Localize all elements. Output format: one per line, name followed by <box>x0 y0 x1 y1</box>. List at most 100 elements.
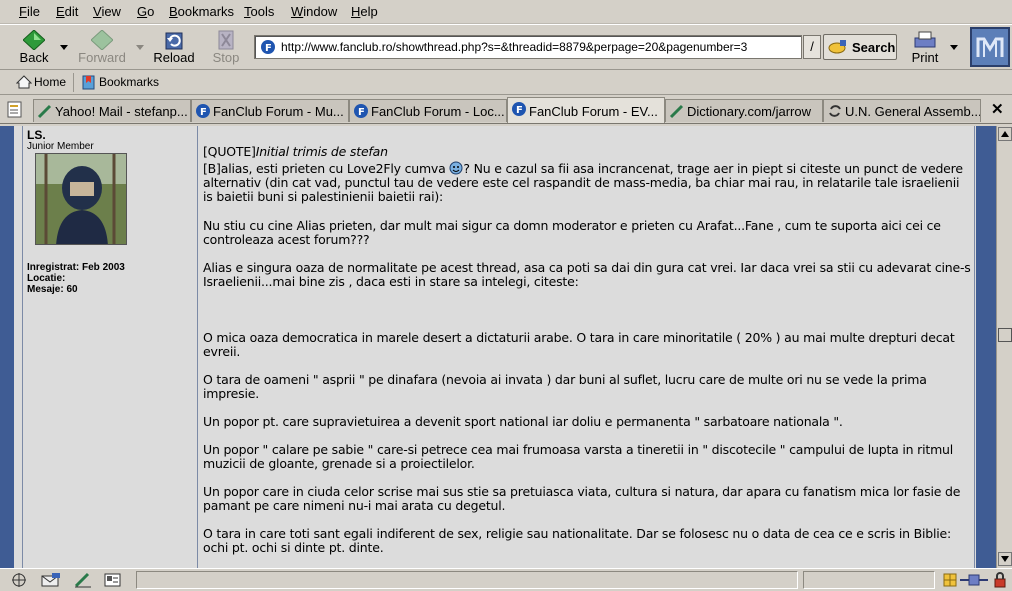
smiley-icon <box>449 161 463 175</box>
fanclub-icon: F <box>353 103 369 122</box>
tab-bar: Yahoo! Mail - stefanp... F FanClub Forum… <box>0 96 1012 124</box>
scroll-up-button[interactable] <box>998 127 1012 141</box>
post-paragraph: Nu stiu cu cine Alias prieten, dar mult … <box>203 218 941 247</box>
mail-icon[interactable] <box>40 572 62 591</box>
navigator-icon[interactable] <box>10 572 28 591</box>
stop-button[interactable]: Stop <box>208 28 244 66</box>
navigation-toolbar: Back Forward Reload Stop F http://www.fa… <box>0 24 1012 70</box>
post-paragraph: O tara in care toti sant egali indiferen… <box>203 526 952 555</box>
post-body: [QUOTE]Initial trimis de stefan [B]alias… <box>199 126 975 568</box>
url-text[interactable]: http://www.fanclub.ro/showthread.php?s=&… <box>281 40 747 54</box>
stop-label: Stop <box>212 50 240 65</box>
vertical-scrollbar[interactable] <box>996 126 1012 568</box>
menu-window[interactable]: Window <box>291 4 337 19</box>
tab-dictionary[interactable]: Dictionary.com/jarrow <box>665 99 823 122</box>
svg-text:F: F <box>265 43 272 54</box>
online-status-icon[interactable] <box>960 572 988 591</box>
author-username[interactable]: LS. <box>27 128 46 142</box>
post-paragraph: Alias e singura oaza de normalitate pe a… <box>203 260 971 289</box>
bookmarks-icon <box>82 75 95 90</box>
reload-button[interactable]: Reload <box>152 28 196 66</box>
post-paragraph: [B]alias, esti prieten cu Love2Fly cumva… <box>203 161 963 204</box>
reload-icon <box>165 32 183 50</box>
toolbar-separator <box>73 73 74 92</box>
forward-dropdown-icon[interactable] <box>136 45 144 50</box>
menu-file[interactable]: File <box>19 4 40 19</box>
search-button[interactable]: Search <box>823 34 897 60</box>
tab-fanclub-mu[interactable]: F FanClub Forum - Mu... <box>191 99 349 122</box>
post-paragraph: O tara de oameni " asprii " pe dinafara … <box>203 372 927 401</box>
svg-text:F: F <box>358 107 365 118</box>
pen-icon <box>37 103 53 122</box>
author-post-count: Mesaje: 60 <box>27 284 78 295</box>
scroll-down-button[interactable] <box>998 552 1012 566</box>
go-button[interactable]: / <box>803 35 821 59</box>
tab-fanclub-loc[interactable]: F FanClub Forum - Loc... <box>349 99 507 122</box>
menu-bar: File Edit View Go Bookmarks Tools Window… <box>0 0 1012 24</box>
personal-toolbar: Home Bookmarks <box>0 70 1012 95</box>
post-paragraph: Un popor " calare pe sabie " care-si pet… <box>203 442 954 471</box>
author-registered: Inregistrat: Feb 2003 <box>27 262 125 273</box>
forum-right-border <box>976 126 996 568</box>
back-button[interactable]: Back <box>14 28 54 66</box>
home-icon <box>16 75 32 89</box>
bookmarks-label: Bookmarks <box>99 75 160 89</box>
close-tab-icon[interactable]: ✕ <box>991 100 1004 118</box>
address-book-icon[interactable] <box>103 572 123 591</box>
back-dropdown-icon[interactable] <box>60 45 68 50</box>
author-avatar <box>35 153 127 245</box>
fanclub-icon: F <box>511 101 527 120</box>
tab-label: Yahoo! Mail - stefanp... <box>55 104 188 119</box>
tab-un-general-assembly[interactable]: U.N. General Assemb... <box>823 99 981 122</box>
author-location: Locatie: <box>27 273 66 284</box>
pen-icon <box>669 103 685 122</box>
tab-yahoo-mail[interactable]: Yahoo! Mail - stefanp... <box>33 99 191 122</box>
menu-bookmarks[interactable]: Bookmarks <box>169 4 234 19</box>
back-arrow-icon <box>23 30 45 50</box>
scrollbar-thumb[interactable] <box>998 328 1012 342</box>
search-icon <box>828 40 846 54</box>
forward-arrow-icon <box>91 30 113 50</box>
printer-icon <box>914 31 936 48</box>
fanclub-icon: F <box>195 103 211 122</box>
print-dropdown-icon[interactable] <box>950 45 958 50</box>
mozilla-logo-icon <box>976 37 1004 57</box>
tab-label: FanClub Forum - EV... <box>529 104 658 119</box>
status-bar <box>0 568 1012 590</box>
menu-view[interactable]: View <box>93 4 121 19</box>
tab-label: FanClub Forum - Loc... <box>371 104 505 119</box>
svg-text:F: F <box>200 107 207 118</box>
tab-label: Dictionary.com/jarrow <box>687 104 812 119</box>
site-favicon-icon: F <box>261 40 275 54</box>
svg-text:F: F <box>516 105 523 116</box>
scroll-up-icon <box>1001 131 1009 137</box>
lock-icon[interactable] <box>992 572 1008 591</box>
post-paragraph: O mica oaza democratica in marele desert… <box>203 330 955 359</box>
print-button[interactable]: Print <box>906 28 944 66</box>
quote-header: [QUOTE]Initial trimis de stefan <box>203 144 388 159</box>
forward-button[interactable]: Forward <box>76 28 128 66</box>
menu-edit[interactable]: Edit <box>56 4 78 19</box>
print-label: Print <box>911 50 939 65</box>
stop-icon <box>218 30 234 50</box>
back-label: Back <box>19 50 49 65</box>
page-content: LS. Junior Member Inregistrat: Feb 2003 … <box>0 126 996 568</box>
loading-icon <box>827 103 843 122</box>
browser-throbber-logo[interactable] <box>970 27 1010 67</box>
tab-label: U.N. General Assemb... <box>845 104 981 119</box>
menu-tools[interactable]: Tools <box>244 4 274 19</box>
home-label: Home <box>34 75 67 89</box>
composer-icon[interactable] <box>73 572 93 591</box>
forward-label: Forward <box>78 50 126 65</box>
menu-help[interactable]: Help <box>351 4 378 19</box>
new-tab-icon[interactable] <box>6 101 24 122</box>
post-author-column: LS. Junior Member Inregistrat: Feb 2003 … <box>22 126 198 568</box>
url-bar[interactable]: F http://www.fanclub.ro/showthread.php?s… <box>254 35 802 59</box>
security-icon[interactable] <box>942 572 958 591</box>
forum-post: LS. Junior Member Inregistrat: Feb 2003 … <box>14 126 989 568</box>
search-label: Search <box>852 40 896 55</box>
tab-fanclub-ev[interactable]: F FanClub Forum - EV... <box>507 97 665 123</box>
author-rank: Junior Member <box>27 141 94 152</box>
tab-label: FanClub Forum - Mu... <box>213 104 344 119</box>
menu-go[interactable]: Go <box>137 4 154 19</box>
